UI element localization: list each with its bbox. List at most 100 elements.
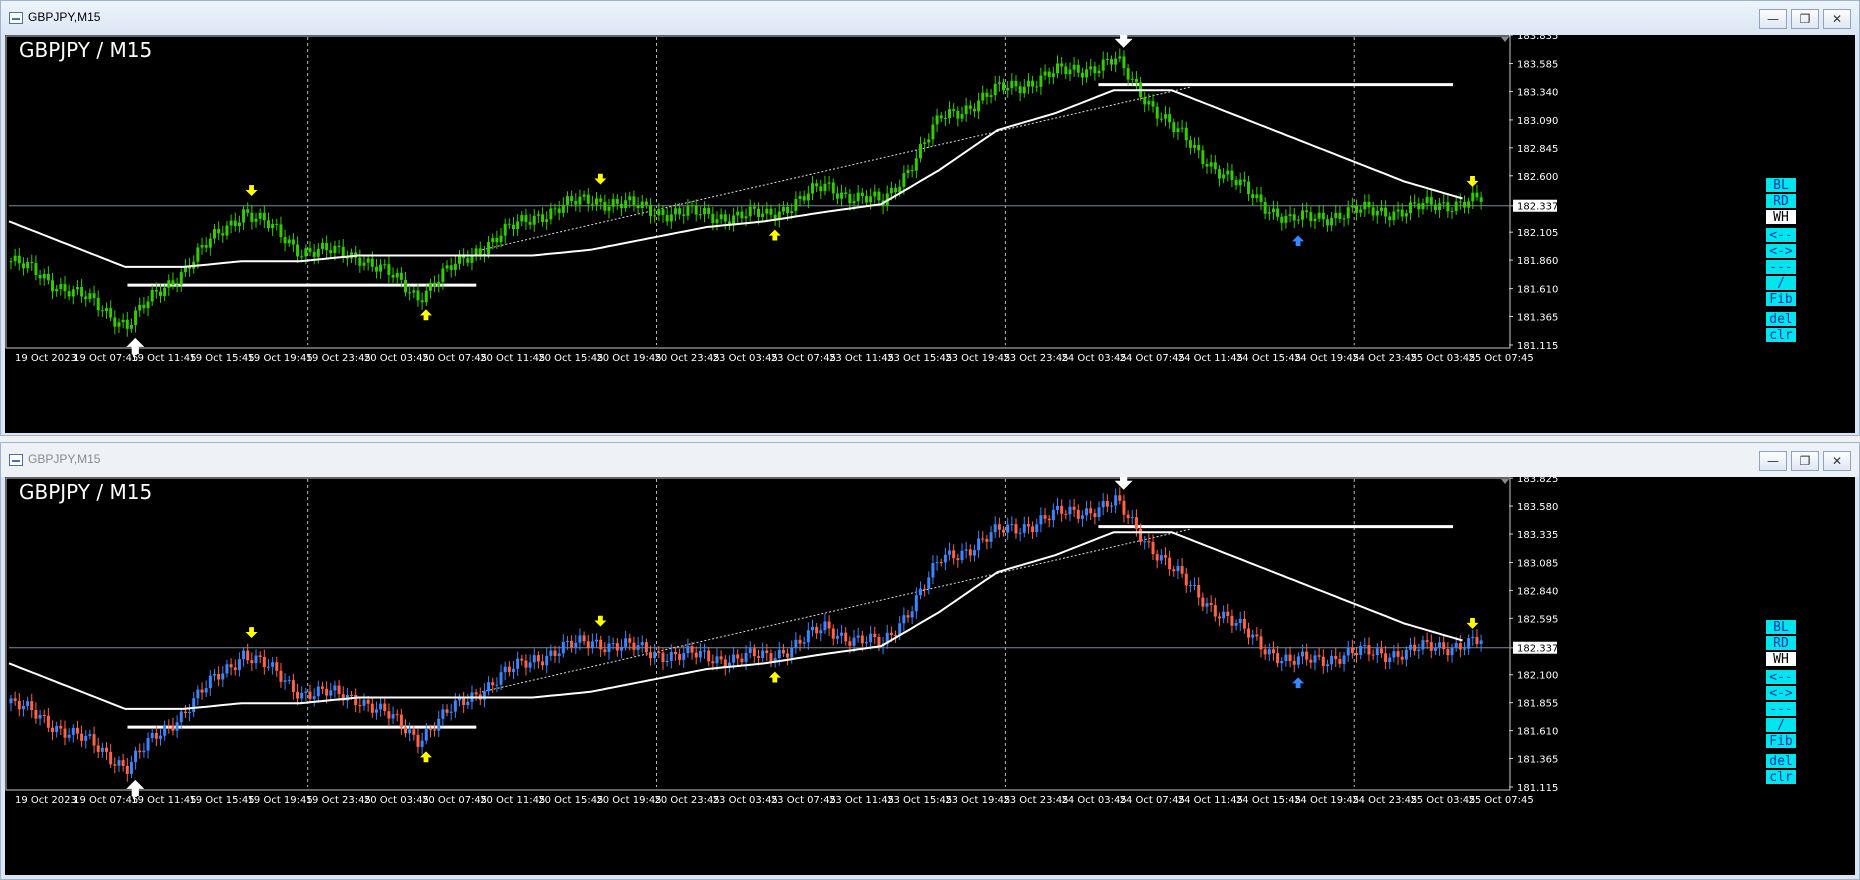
object-button-bl[interactable]: BL (1765, 619, 1797, 635)
close-button[interactable]: ✕ (1823, 451, 1851, 471)
candle-body (55, 289, 59, 292)
candle-body (1126, 68, 1130, 80)
candle-body (217, 229, 221, 234)
object-button-bl[interactable]: BL (1765, 177, 1797, 193)
object-button-[interactable]: --- (1765, 259, 1797, 275)
candle-body (329, 250, 333, 254)
candle-body (1471, 636, 1475, 639)
restore-button[interactable]: ❐ (1791, 9, 1819, 29)
object-button-[interactable]: --- (1765, 701, 1797, 717)
candle-body (150, 733, 154, 739)
price-axis-label: 182.337 (1517, 202, 1558, 213)
candle-body (993, 524, 997, 533)
candle-body (1371, 207, 1375, 216)
candle-body (786, 206, 790, 214)
candle-body (507, 223, 511, 225)
candle-body (819, 186, 823, 192)
object-button-[interactable]: <-> (1765, 243, 1797, 259)
window-titlebar[interactable]: GBPJPY,M15 — ❐ ✕ (1, 443, 1859, 477)
candle-body (391, 274, 395, 278)
candle-body (578, 635, 582, 643)
candle-body (129, 762, 133, 774)
minimize-button[interactable]: — (1759, 9, 1787, 29)
candle-body (121, 760, 125, 766)
candle-body (528, 221, 532, 225)
candle-body (221, 673, 225, 680)
candle-body (1355, 653, 1359, 655)
candle-body (1010, 524, 1014, 526)
candle-body (632, 642, 636, 650)
candle-body (507, 666, 511, 672)
window-titlebar[interactable]: GBPJPY,M15 — ❐ ✕ (1, 1, 1859, 35)
candle-body (46, 715, 50, 728)
candle-body (1230, 170, 1234, 180)
candle-body (387, 264, 391, 275)
object-button-wh[interactable]: WH (1765, 651, 1797, 667)
candle-body (38, 275, 42, 279)
object-button-[interactable]: / (1765, 717, 1797, 733)
candle-body (1276, 653, 1280, 664)
candle-body (968, 549, 972, 556)
object-button-clr[interactable]: clr (1765, 769, 1797, 785)
candle-body (1396, 209, 1400, 212)
candle-body (1014, 524, 1018, 534)
candle-body (694, 205, 698, 215)
object-button-[interactable]: <-- (1765, 669, 1797, 685)
time-axis-label: 24 Oct 11:45 (1178, 795, 1243, 806)
close-button[interactable]: ✕ (1823, 9, 1851, 29)
candle-body (462, 698, 466, 706)
candle-body (175, 284, 179, 286)
candle-body (520, 658, 524, 661)
object-button-del[interactable]: del (1765, 753, 1797, 769)
candle-body (1267, 212, 1271, 214)
object-button-clr[interactable]: clr (1765, 327, 1797, 343)
object-button-rd[interactable]: RD (1765, 635, 1797, 651)
candle-body (673, 208, 677, 215)
candle-body (644, 642, 648, 653)
time-axis-label: 19 Oct 2023 (15, 353, 77, 364)
candle-body (1201, 597, 1205, 607)
candle-body (1263, 201, 1267, 214)
candle-body (557, 653, 561, 656)
candle-body (13, 255, 17, 262)
restore-button[interactable]: ❐ (1791, 451, 1819, 471)
candle-body (715, 656, 719, 664)
candle-body (404, 279, 408, 293)
time-axis-label: 19 Oct 11:45 (131, 353, 196, 364)
chart-area[interactable]: 183.835 183.585 183.340 183.090 182.845 182.6… (5, 35, 1855, 433)
price-chart[interactable]: 183.825 183.580 183.335 183.085 182.840 182.5… (5, 477, 1855, 875)
candle-body (212, 229, 216, 239)
minimize-button[interactable]: — (1759, 451, 1787, 471)
candle-body (1051, 73, 1055, 78)
chart-window-icon (9, 454, 23, 466)
candle-body (802, 642, 806, 644)
object-button-[interactable]: / (1765, 275, 1797, 291)
object-button-[interactable]: <-- (1765, 227, 1797, 243)
candle-body (1180, 566, 1184, 574)
candle-body (1313, 655, 1317, 663)
candle-body (1134, 517, 1138, 529)
object-button-wh[interactable]: WH (1765, 209, 1797, 225)
chart-window-top[interactable]: GBPJPY,M15 — ❐ ✕ 183.835 183.585 183.340 18… (0, 0, 1860, 436)
chart-window-bottom[interactable]: GBPJPY,M15 — ❐ ✕ 183.825 183.580 183.335 18… (0, 442, 1860, 880)
candle-body (1421, 203, 1425, 210)
object-button-rd[interactable]: RD (1765, 193, 1797, 209)
candle-body (212, 673, 216, 676)
candle-body (1085, 508, 1089, 516)
candle-body (1438, 203, 1442, 211)
price-chart[interactable]: 183.835 183.585 183.340 183.090 182.845 182.6… (5, 35, 1855, 433)
object-button-[interactable]: <-> (1765, 685, 1797, 701)
candle-body (520, 215, 524, 222)
chart-area[interactable]: 183.825 183.580 183.335 183.085 182.840 182.5… (5, 477, 1855, 875)
price-axis-label: 181.855 (1517, 699, 1558, 710)
object-button-fib[interactable]: Fib (1765, 733, 1797, 749)
object-button-del[interactable]: del (1765, 311, 1797, 327)
candle-body (1072, 64, 1076, 70)
candle-body (441, 268, 445, 282)
object-button-fib[interactable]: Fib (1765, 291, 1797, 307)
candle-body (1193, 144, 1197, 148)
candle-body (545, 219, 549, 222)
candle-body (819, 630, 823, 634)
candle-body (1317, 212, 1321, 219)
candle-body (1467, 201, 1471, 208)
